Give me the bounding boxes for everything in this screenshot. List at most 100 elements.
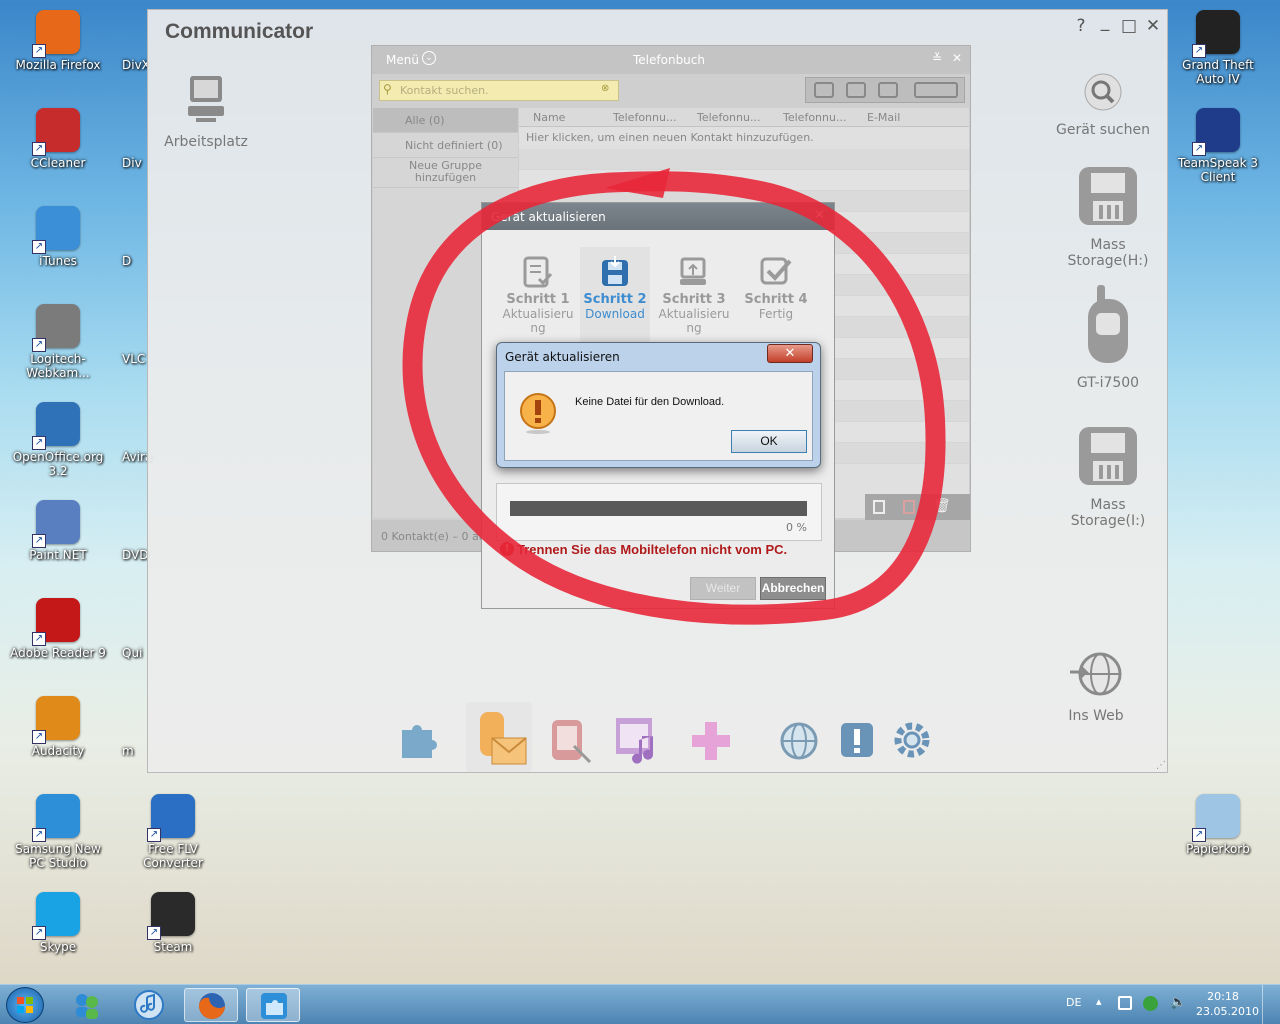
clear-search-icon[interactable]: ⊗ (601, 83, 609, 94)
taskbar-communicator-button[interactable] (246, 988, 300, 1022)
arbeitsplatz-item[interactable]: Arbeitsplatz (162, 72, 250, 150)
column-phone-3[interactable]: Telefonnu... (783, 111, 846, 124)
shortcut-arrow-icon: ↗ (32, 338, 46, 352)
ins-web-item[interactable]: Ins Web (1048, 650, 1144, 724)
desktop-shortcut-label: TeamSpeak 3 Client (1177, 156, 1259, 184)
desktop-shortcut-label: OpenOffice.org 3.2 (12, 450, 104, 478)
desktop-shortcut-label: Paint.NET (29, 548, 87, 562)
close-icon[interactable]: ✕ (952, 51, 962, 65)
clock[interactable]: 20:18 23.05.2010 (1196, 989, 1259, 1019)
column-phone-2[interactable]: Telefonnu... (697, 111, 760, 124)
security-status-icon[interactable] (1143, 996, 1158, 1011)
group-item-alle[interactable]: Alle (0) (373, 108, 518, 133)
export-icon[interactable] (878, 82, 898, 98)
desktop-shortcut[interactable]: ↗ Audacity (8, 696, 108, 758)
phonebook-toolbar (805, 77, 965, 103)
media-icon[interactable] (612, 714, 664, 766)
taskbar-firefox-button[interactable] (184, 988, 238, 1022)
desktop-shortcut-label[interactable]: DivX (122, 58, 150, 72)
desktop-shortcut-label[interactable]: Div (122, 156, 142, 170)
desktop-shortcut[interactable]: ↗ Skype (8, 892, 108, 954)
desktop-shortcut[interactable]: ↗ CCleaner (8, 108, 108, 170)
contact-search-input[interactable]: Kontakt suchen. (379, 80, 619, 101)
shortcut-arrow-icon: ↗ (147, 828, 161, 842)
globe-icon (1070, 652, 1122, 696)
desktop-shortcut-label[interactable]: m (122, 744, 134, 758)
gear-icon[interactable] (890, 718, 934, 762)
mass-storage-h-label: Mass Storage(H:) (1067, 237, 1149, 269)
steam-icon: ↗ (147, 892, 195, 940)
desktop-shortcut[interactable]: ↗ Papierkorb (1168, 794, 1268, 856)
desktop-shortcut[interactable]: ↗ TeamSpeak 3 Client (1168, 108, 1268, 184)
minimize-icon[interactable]: ≚ (932, 51, 942, 65)
show-desktop-button[interactable] (1262, 985, 1280, 1024)
openoffice-icon: ↗ (32, 402, 80, 450)
shortcut-arrow-icon: ↗ (32, 436, 46, 450)
desktop-shortcut[interactable]: ↗ iTunes (8, 206, 108, 268)
shortcut-arrow-icon: ↗ (32, 730, 46, 744)
add-contact-hint[interactable]: Hier klicken, um einen neuen Kontakt hin… (519, 127, 969, 149)
desktop-shortcut-label[interactable]: VLC (122, 352, 145, 366)
desktop-shortcut[interactable]: ↗ Logitech-Webkam... (8, 304, 108, 380)
pda-icon[interactable] (546, 716, 592, 764)
help-button[interactable]: ? (1070, 16, 1092, 36)
mass-storage-i-item[interactable]: Mass Storage(I:) (1053, 425, 1163, 529)
people-icon (76, 994, 98, 1019)
group-item-nicht-definiert[interactable]: Nicht definiert (0) (373, 133, 518, 158)
desktop-shortcut-label[interactable]: Qui (122, 646, 142, 660)
minimize-button[interactable]: _ (1094, 12, 1116, 32)
puzzle-icon (261, 993, 287, 1019)
desktop-shortcut[interactable]: ↗ OpenOffice.org 3.2 (8, 402, 108, 478)
puzzle-icon[interactable] (396, 716, 440, 760)
desktop-shortcut[interactable]: ↗ Steam (123, 892, 223, 954)
volume-icon[interactable]: 🔈 (1170, 995, 1186, 1010)
gta4-icon: ↗ (1192, 10, 1240, 58)
device-sync-icon[interactable] (914, 82, 958, 98)
desktop-shortcut[interactable]: ↗ Paint.NET (8, 500, 108, 562)
taskbar-contacts-button[interactable] (60, 988, 114, 1022)
network-icon[interactable] (1118, 996, 1132, 1010)
column-name[interactable]: Name (533, 111, 565, 124)
desktop-shortcut-label: Papierkorb (1186, 842, 1250, 856)
ccleaner-icon: ↗ (32, 108, 80, 156)
desktop-shortcut-label[interactable]: D (122, 254, 131, 268)
computer-icon (188, 76, 224, 122)
desktop-shortcut[interactable]: ↗ Mozilla Firefox (8, 10, 108, 72)
phone-messages-icon[interactable] (474, 706, 530, 770)
chevron-down-icon[interactable]: ⌄ (422, 51, 436, 65)
desktop-shortcut-label: iTunes (39, 254, 77, 268)
recycle-bin-icon: ↗ (1192, 794, 1240, 842)
maximize-button[interactable]: □ (1118, 16, 1140, 36)
menu-button[interactable]: Menü (386, 53, 419, 67)
close-button[interactable]: ✕ (1142, 16, 1164, 36)
column-phone-1[interactable]: Telefonnu... (613, 111, 676, 124)
desktop-shortcut[interactable]: ↗ Adobe Reader 9 (8, 598, 108, 660)
info-icon[interactable] (838, 720, 876, 760)
itunes-icon: ↗ (32, 206, 80, 254)
mass-storage-h-item[interactable]: Mass Storage(H:) (1058, 165, 1158, 269)
start-button[interactable] (6, 987, 44, 1023)
column-email[interactable]: E-Mail (867, 111, 900, 124)
shortcut-arrow-icon: ↗ (32, 926, 46, 940)
geraet-suchen-item[interactable]: Gerät suchen (1048, 72, 1158, 138)
tray-expand-icon[interactable]: ▴ (1096, 995, 1102, 1008)
flv-converter-icon: ↗ (147, 794, 195, 842)
phone-gt-i7500-item[interactable]: GT-i7500 (1058, 285, 1158, 391)
floppy-disk-icon (1079, 427, 1137, 485)
desktop-shortcut[interactable]: ↗ Grand Theft Auto IV (1168, 10, 1268, 86)
language-indicator[interactable]: DE (1066, 996, 1081, 1009)
desktop-shortcut-label[interactable]: DVD (122, 548, 148, 562)
shortcut-arrow-icon: ↗ (32, 828, 46, 842)
desktop-shortcut[interactable]: ↗ Samsung New PC Studio (8, 794, 108, 870)
resize-grip-icon[interactable]: ⋰ (1156, 760, 1166, 771)
desktop-shortcut-label: Free FLV Converter (143, 842, 203, 870)
firefox-icon: ↗ (32, 10, 80, 58)
taskbar-itunes-button[interactable] (122, 988, 176, 1022)
plus-icon[interactable] (688, 718, 734, 764)
shortcut-arrow-icon: ↗ (1192, 44, 1206, 58)
import-icon[interactable] (846, 82, 866, 98)
sync-icon[interactable] (814, 82, 834, 98)
globe-icon[interactable] (778, 720, 820, 762)
paintnet-icon: ↗ (32, 500, 80, 548)
desktop-shortcut[interactable]: ↗ Free FLV Converter (123, 794, 223, 870)
